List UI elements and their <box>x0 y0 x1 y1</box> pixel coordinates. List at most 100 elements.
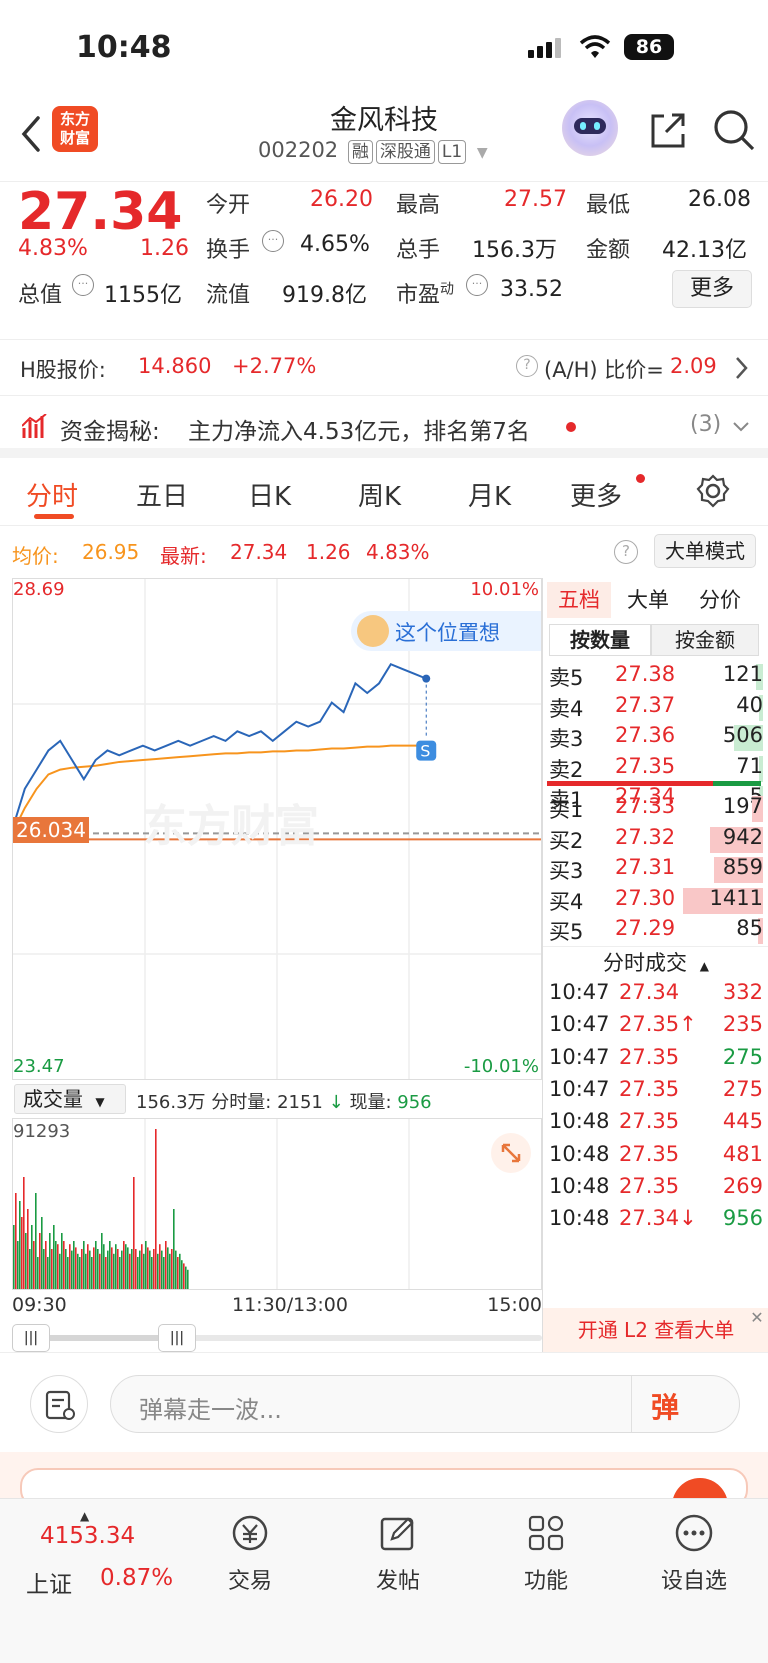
tab-week-k[interactable]: 周K <box>358 476 401 513</box>
volume-chart[interactable]: 91293 <box>12 1118 542 1290</box>
tick-time: 10:47 <box>549 1012 610 1037</box>
period-volume-label: 分时量: <box>211 1092 272 1113</box>
volume-bar <box>149 1250 151 1289</box>
tab-five-day[interactable]: 五日 <box>136 476 188 513</box>
nav-trade[interactable]: 交易 <box>190 1513 310 1595</box>
gear-icon[interactable] <box>696 474 730 508</box>
nav-post[interactable]: 发帖 <box>338 1513 458 1595</box>
robot-avatar-icon[interactable] <box>562 100 618 156</box>
tab-day-k[interactable]: 日K <box>248 476 291 513</box>
info-dots-icon[interactable]: ··· <box>466 274 488 296</box>
book-level-volume: 121 <box>722 662 763 686</box>
info-dots-icon[interactable]: ··· <box>262 230 284 252</box>
tick-row: 10:47 27.35 275 <box>549 1077 763 1107</box>
danmu-list-icon[interactable] <box>30 1375 88 1433</box>
pe-label-text: 市盈 <box>396 283 441 308</box>
tick-price: 27.34 <box>619 980 680 1004</box>
y-tick-min: 23.47 <box>13 1056 65 1077</box>
ad-bubble[interactable]: 这个位置想 <box>351 611 541 651</box>
ah-ratio-label: (A/H) 比价= <box>544 358 664 382</box>
chevron-down-icon[interactable]: ▼ <box>477 145 488 161</box>
fund-flow-row[interactable]: 资金揭秘: 主力净流入4.53亿元，排名第7名 (3) <box>0 396 768 458</box>
order-book-row: 买4 27.30 1411 <box>549 886 763 916</box>
order-book-row: 卖5 27.38 121 <box>549 662 763 692</box>
search-icon[interactable] <box>712 108 756 152</box>
scroller-handle-right[interactable]: ||| <box>158 1324 196 1352</box>
more-button[interactable]: 更多 <box>672 270 752 308</box>
tab-intraday[interactable]: 分时 <box>26 476 78 513</box>
time-axis: 09:30 11:30/13:00 15:00 <box>12 1290 542 1320</box>
volume-total: 156.3万 <box>136 1092 206 1113</box>
high-value: 27.57 <box>504 187 567 212</box>
promo-banner[interactable] <box>0 1452 768 1534</box>
volume-bar <box>159 1244 161 1289</box>
help-icon[interactable]: ? <box>516 355 538 377</box>
tab-big-orders[interactable]: 大单 <box>627 582 669 618</box>
volume-bar <box>155 1129 157 1289</box>
volume-bar <box>35 1193 37 1289</box>
tick-row: 10:48 27.35 481 <box>549 1142 763 1172</box>
l2-banner[interactable]: 开通 L2 查看大单 <box>543 1308 768 1352</box>
volume-header: 成交量 ▼ 156.3万 分时量: 2151 ↓ 现量: 956 <box>12 1080 542 1118</box>
tab-more[interactable]: 更多 <box>570 476 622 513</box>
volume-bar <box>113 1253 115 1289</box>
tick-row: 10:47 27.35↑ 235 <box>549 1012 763 1042</box>
share-icon[interactable] <box>648 110 688 150</box>
order-book-row: 买2 27.32 942 <box>549 825 763 855</box>
intraday-price-chart[interactable]: 东方财富 S 28.69 10.01% 23.47 -10.01% 26.034… <box>12 578 542 1080</box>
tick-volume: 956 <box>722 1206 763 1231</box>
volume-bar <box>117 1249 119 1289</box>
danmu-input[interactable]: 弹幕走一波... 弹 <box>110 1375 740 1433</box>
latest-pct: 4.83% <box>366 540 430 564</box>
range-scroller[interactable]: ||| ||| <box>12 1322 542 1352</box>
change-percent: 4.83% <box>18 236 88 261</box>
book-level-price: 27.36 <box>615 723 676 747</box>
book-level-volume: 85 <box>736 916 763 940</box>
nav-functions[interactable]: 功能 <box>486 1513 606 1595</box>
now-volume-value: 956 <box>397 1092 432 1113</box>
fund-flow-count: (3) <box>690 412 722 437</box>
big-order-mode-button[interactable]: 大单模式 <box>654 534 756 568</box>
volume-bar <box>171 1249 173 1289</box>
tick-time: 10:47 <box>549 1076 610 1101</box>
volume-select-label: 成交量 <box>23 1087 83 1111</box>
tick-volume: 332 <box>722 980 763 1004</box>
book-level-label: 买4 <box>549 889 584 914</box>
nav-watchlist[interactable]: 设自选 <box>634 1513 754 1595</box>
subtab-by-volume[interactable]: 按数量 <box>549 624 651 656</box>
ticks-title-row[interactable]: 分时成交 ▲ <box>543 946 768 978</box>
pe-label: 市盈动 <box>396 277 454 309</box>
subtab-by-amount[interactable]: 按金额 <box>651 624 759 656</box>
volume-bar <box>53 1225 55 1289</box>
tab-price-dist[interactable]: 分价 <box>699 582 741 618</box>
caret-up-icon: ▲ <box>80 1509 90 1523</box>
volume-select[interactable]: 成交量 ▼ <box>14 1084 126 1114</box>
tick-volume: 275 <box>722 1076 763 1101</box>
book-level-label: 买5 <box>549 920 584 944</box>
volume-bar <box>151 1257 153 1289</box>
tick-price: 27.35 <box>619 1141 680 1166</box>
volume-bar <box>81 1249 83 1289</box>
tick-volume: 235 <box>722 1012 763 1037</box>
tick-time: 10:48 <box>549 1173 610 1198</box>
index-ticker[interactable]: ▲ 4153.34 上证 0.87% <box>24 1509 184 1599</box>
tick-row: 10:48 27.34↓ 956 <box>549 1206 763 1236</box>
close-icon[interactable]: ✕ <box>747 1308 767 1328</box>
scroller-handle-left[interactable]: ||| <box>12 1324 50 1352</box>
info-dots-icon[interactable]: ··· <box>72 274 94 296</box>
help-icon[interactable]: ? <box>614 540 638 564</box>
expand-icon[interactable] <box>491 1133 531 1173</box>
danmu-send-icon[interactable]: 弹 <box>651 1386 679 1426</box>
volume-bar <box>67 1257 69 1289</box>
tab-five-levels[interactable]: 五档 <box>547 582 611 618</box>
tab-month-k[interactable]: 月K <box>468 476 511 513</box>
volume-bar <box>167 1247 169 1289</box>
battery-icon: 86 <box>624 34 674 60</box>
tick-volume: 269 <box>722 1173 763 1198</box>
tick-time: 10:47 <box>549 980 610 1004</box>
h-share-row[interactable]: H股报价: 14.860 +2.77% ? (A/H) 比价= 2.09 <box>0 340 768 396</box>
volume-bar <box>43 1249 45 1289</box>
more-dots-icon <box>675 1514 713 1552</box>
volume-bar <box>85 1253 87 1289</box>
low-label: 最低 <box>586 193 631 218</box>
